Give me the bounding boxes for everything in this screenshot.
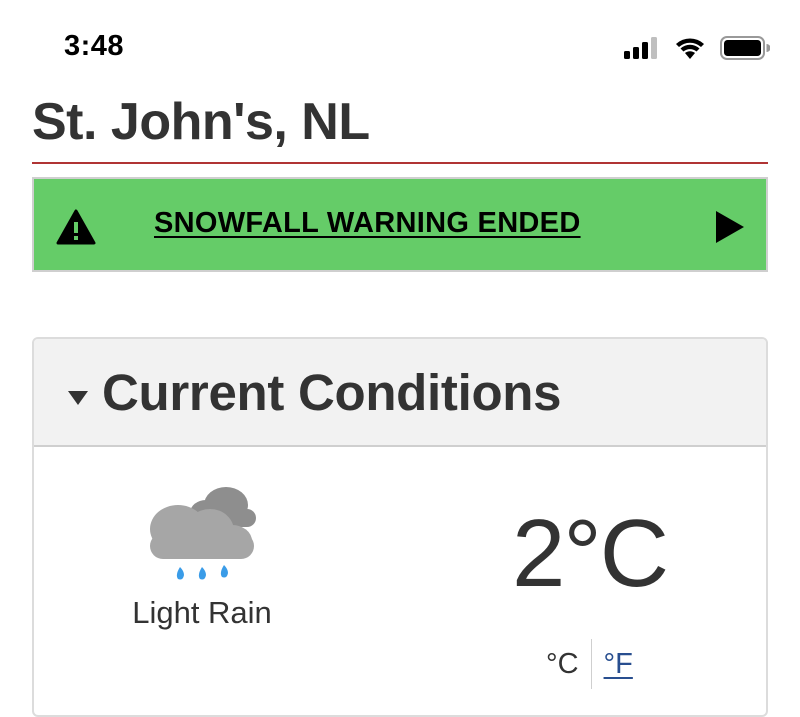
status-bar: 3:48	[0, 0, 800, 92]
temperature-value: 2°C	[512, 500, 669, 607]
current-conditions-toggle[interactable]: Current Conditions	[34, 339, 766, 447]
condition-label: Light Rain	[132, 595, 272, 630]
alert-link[interactable]: SNOWFALL WARNING ENDED	[154, 207, 581, 240]
battery-icon	[720, 36, 771, 65]
page-title: St. John's, NL	[32, 93, 370, 151]
status-icons	[624, 36, 771, 65]
current-conditions-panel: Current Conditions Light Rain 2°C °C °F	[32, 337, 768, 717]
celsius-unit: °C	[546, 647, 579, 680]
wifi-icon	[674, 36, 706, 65]
alert-banner[interactable]: SNOWFALL WARNING ENDED	[32, 177, 768, 272]
cellular-signal-icon	[624, 37, 660, 64]
section-heading: Current Conditions	[102, 364, 562, 421]
light-rain-cloud-icon	[144, 479, 260, 596]
caret-down-icon	[68, 391, 88, 405]
play-arrow-icon[interactable]	[714, 209, 746, 250]
fahrenheit-link[interactable]: °F	[592, 648, 633, 681]
unit-switch: °C °F	[546, 639, 633, 689]
status-time: 3:48	[64, 30, 125, 62]
title-divider	[32, 162, 768, 164]
warning-triangle-icon	[56, 209, 96, 250]
